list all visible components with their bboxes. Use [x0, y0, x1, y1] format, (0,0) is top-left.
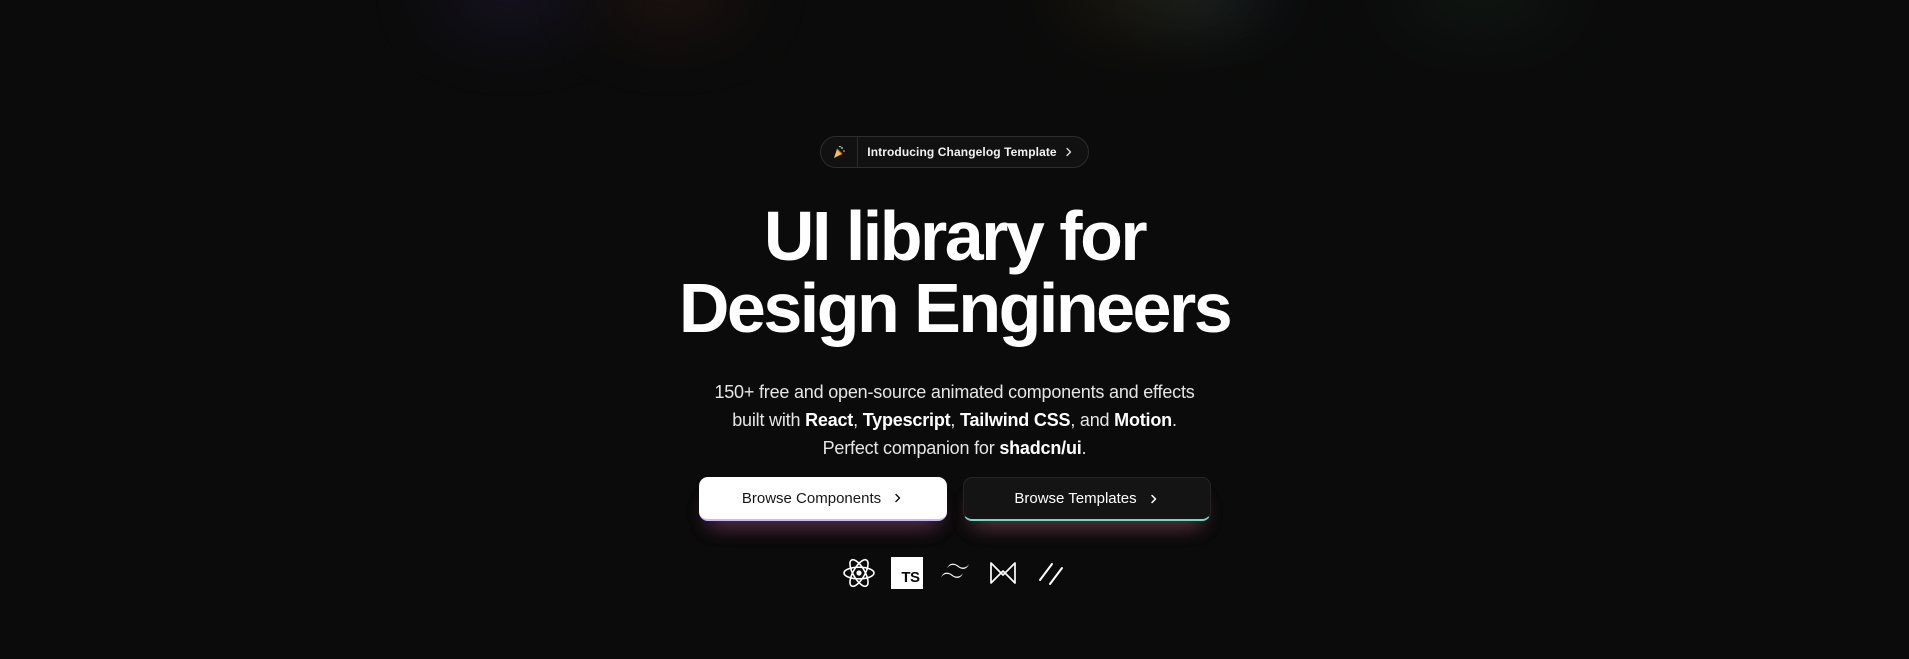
react-logo-icon[interactable] — [842, 556, 876, 590]
title-line: UI library for — [763, 197, 1148, 275]
typescript-label: Typescript — [862, 410, 951, 430]
subtitle-text: , and — [1070, 410, 1115, 430]
page: Introducing Changelog Template UI librar… — [0, 0, 1909, 659]
subtitle-text: . — [1171, 410, 1177, 430]
motion-label: Motion — [1114, 410, 1172, 430]
subtitle-line: Perfect companion for shadcn/ui. — [714, 434, 1194, 462]
chevron-right-icon — [893, 493, 903, 503]
react-label: React — [805, 410, 854, 430]
page-title: UI library for Design Engineers — [678, 197, 1233, 347]
button-label: Browse Components — [741, 489, 882, 507]
cta-buttons: Browse Components Browse Templates — [698, 477, 1211, 521]
tailwind-logo-icon[interactable] — [938, 556, 972, 590]
subtitle-text: . — [1081, 438, 1087, 458]
subtitle-text: , — [853, 410, 863, 430]
party-popper-icon — [821, 137, 859, 167]
subtitle-text: Perfect companion for — [822, 438, 1000, 458]
title-line: Design Engineers — [678, 269, 1233, 347]
hero-section: Introducing Changelog Template UI librar… — [0, 0, 1909, 659]
subtitle-text: , — [950, 410, 961, 430]
subtitle-line: 150+ free and open-source animated compo… — [714, 382, 1195, 402]
tailwind-label: Tailwind CSS — [960, 410, 1071, 430]
announcement-text: Introducing Changelog Template — [867, 145, 1057, 159]
chevron-right-icon — [1149, 494, 1159, 504]
announcement-badge[interactable]: Introducing Changelog Template — [820, 136, 1089, 168]
hero-subtitle: 150+ free and open-source animated compo… — [714, 378, 1194, 462]
motion-logo-icon[interactable] — [986, 556, 1020, 590]
browse-templates-button[interactable]: Browse Templates — [962, 477, 1211, 521]
chevron-right-icon — [1064, 147, 1074, 157]
subtitle-line: built with React, Typescript, Tailwind C… — [714, 406, 1194, 434]
shadcn-label: shadcn/ui — [999, 438, 1082, 458]
button-label: Browse Templates — [1014, 490, 1137, 507]
typescript-logo-text: TS — [890, 557, 923, 589]
typescript-logo-icon[interactable]: TS — [890, 556, 924, 590]
browse-components-button[interactable]: Browse Components — [698, 477, 947, 521]
subtitle-text: built with — [732, 410, 806, 430]
shadcn-logo-icon[interactable] — [1034, 556, 1068, 590]
tech-stack-icons: TS — [842, 556, 1068, 590]
